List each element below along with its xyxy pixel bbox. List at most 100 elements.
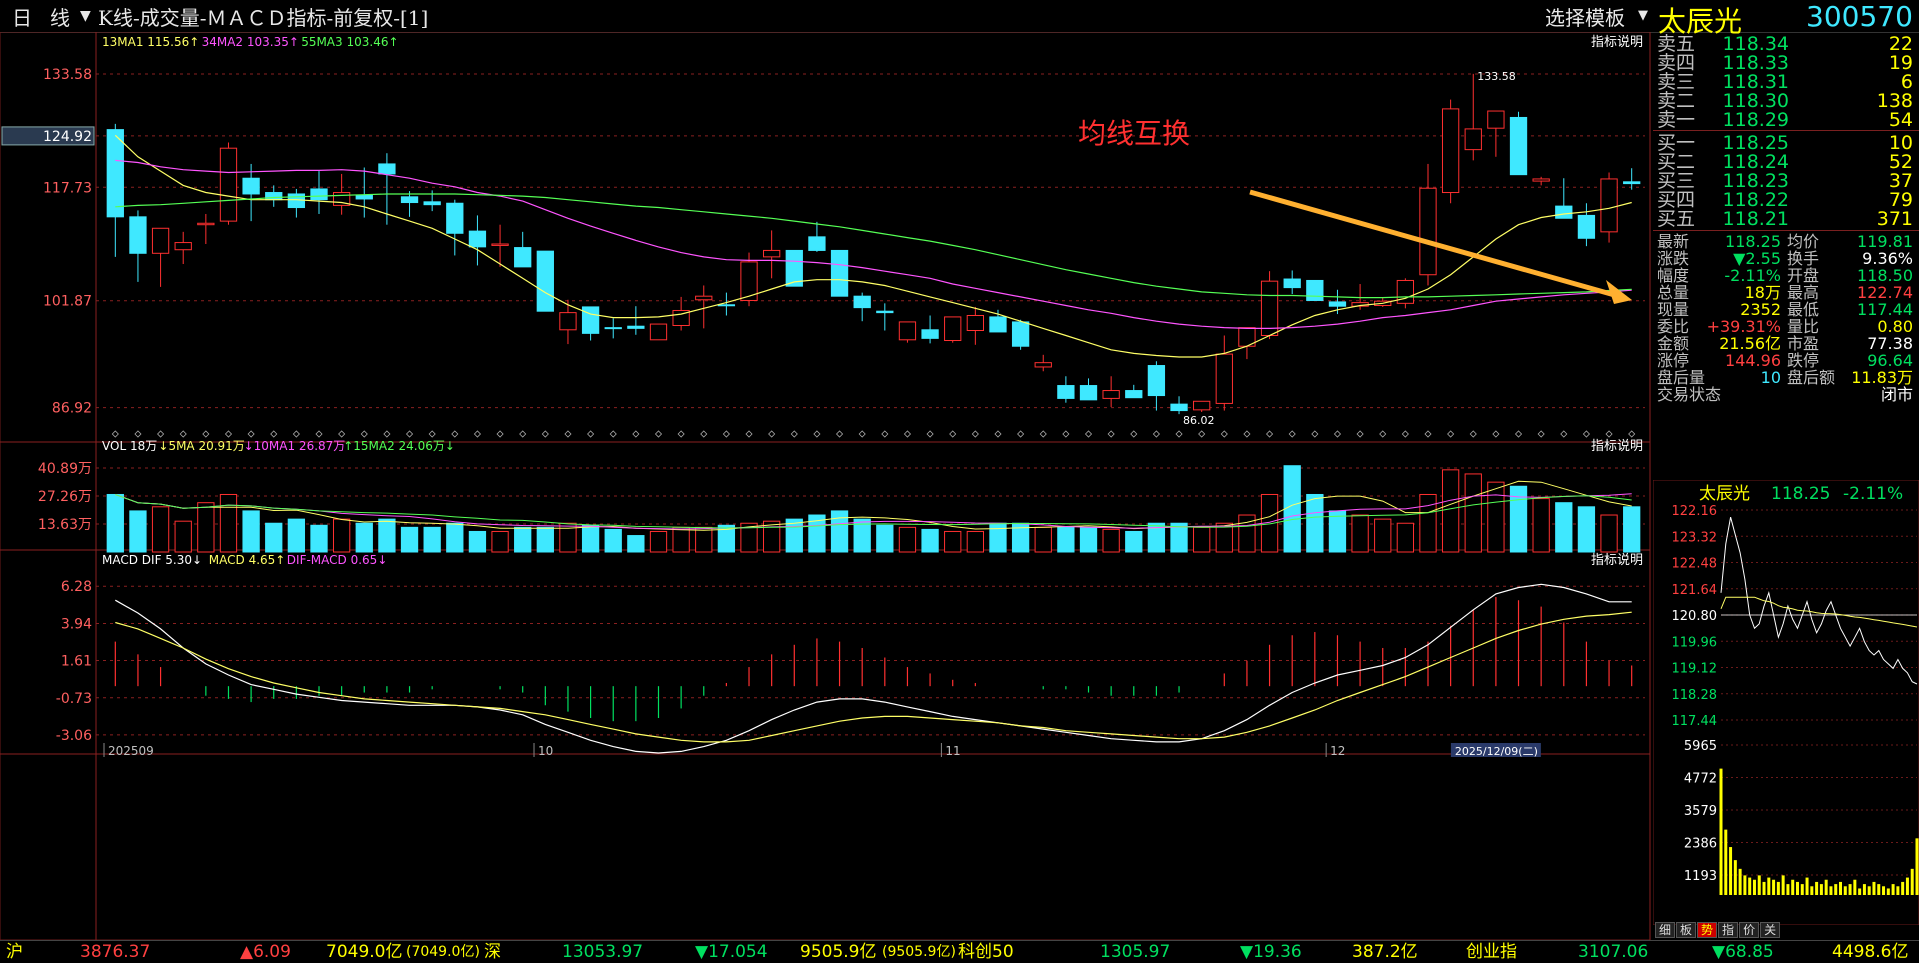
candle-body	[1487, 110, 1505, 129]
stat-value: 10	[1760, 368, 1781, 387]
stat-label: 金额	[1657, 334, 1690, 353]
volume-bar	[1419, 493, 1437, 553]
candle-body	[1260, 280, 1279, 337]
event-marker-icon	[134, 430, 142, 438]
candle-body	[1057, 385, 1075, 399]
candle-body	[921, 329, 939, 339]
candle-body	[1034, 362, 1052, 368]
event-marker-icon	[858, 430, 866, 438]
stat-row: 最新 118.25 均价 119.81	[1653, 233, 1919, 250]
ask-row[interactable]: 卖三 118.31 6	[1653, 72, 1919, 93]
event-marker-icon	[1311, 430, 1319, 438]
period-line[interactable]: 线	[50, 2, 70, 31]
event-marker-icon	[1152, 430, 1160, 438]
event-marker-icon	[700, 430, 708, 438]
candle-body	[966, 314, 984, 332]
mini-tab[interactable]: 板	[1676, 922, 1697, 938]
volume-bar	[695, 526, 713, 553]
event-marker-icon	[1537, 430, 1545, 438]
mini-tab[interactable]: 细	[1655, 922, 1676, 938]
stat-value: 119.81	[1857, 232, 1913, 251]
event-marker-icon	[722, 430, 730, 438]
volume-bar	[1283, 465, 1301, 553]
candle-body	[514, 247, 532, 268]
sz-index: 13053.97	[562, 942, 644, 962]
event-marker-icon	[1288, 430, 1296, 438]
stat-row: 盘后量 10 盘后额 11.83万	[1653, 369, 1919, 386]
candle-body	[717, 304, 736, 307]
candle-body	[876, 310, 894, 314]
volume-bar	[219, 493, 238, 553]
candle-body	[808, 236, 826, 251]
event-marker-icon	[971, 430, 979, 438]
bid-row[interactable]: 买三 118.23 37	[1653, 171, 1919, 192]
ask-row[interactable]: 卖一 118.29 54	[1653, 109, 1919, 131]
event-marker-icon	[1220, 430, 1228, 438]
event-marker-icon	[1401, 430, 1409, 438]
mini-vol-label: 5965	[1684, 739, 1717, 754]
candle-body	[1306, 279, 1324, 301]
stat-label: 开盘	[1787, 266, 1820, 285]
volume-bar	[1487, 481, 1505, 553]
mini-tab[interactable]: 关	[1760, 922, 1781, 938]
stat-label: 市盈	[1787, 334, 1820, 353]
candle-body	[197, 222, 215, 226]
candle-body	[151, 227, 170, 254]
candle-body	[174, 242, 192, 251]
x-axis-label: 10	[538, 744, 553, 758]
volume-y-label: 13.63万	[38, 517, 92, 533]
bid-price: 118.21	[1722, 208, 1789, 230]
candle-body	[1283, 278, 1301, 289]
volume-bar	[921, 528, 939, 553]
candle-body	[1102, 390, 1120, 399]
bid-row[interactable]: 买一 118.25 10	[1653, 133, 1919, 154]
intraday-mini-chart[interactable]: 太辰光 118.25 -2.11% 122.16 123.32 122.48 121.64 1…	[1653, 480, 1919, 925]
price-cursor-label: 124.92	[43, 129, 92, 145]
bid-row[interactable]: 买二 118.24 52	[1653, 152, 1919, 173]
stat-value: 18万	[1744, 283, 1781, 302]
volume-bar	[830, 510, 849, 553]
event-marker-icon	[745, 430, 753, 438]
stats-separator	[1653, 230, 1919, 231]
event-marker-icon	[270, 430, 278, 438]
volume-bar	[944, 530, 962, 553]
select-template-dropdown-icon[interactable]: ▼	[1638, 8, 1648, 23]
period-dropdown-icon[interactable]: ▼	[80, 8, 91, 24]
kline-y-label: 101.87	[43, 294, 92, 310]
volume-bar	[287, 518, 306, 553]
mini-vol-label: 4772	[1684, 772, 1717, 787]
volume-bar	[197, 502, 215, 553]
mini-tab[interactable]: 指	[1718, 922, 1739, 938]
stat-value: 122.74	[1857, 283, 1913, 302]
stat-value: 11.83万	[1851, 368, 1913, 387]
bid-row[interactable]: 买四 118.22 79	[1653, 190, 1919, 211]
select-template-button[interactable]: 选择模板	[1545, 2, 1625, 31]
period-day[interactable]: 日	[12, 2, 32, 31]
mini-tab[interactable]: 势	[1697, 922, 1718, 938]
ask-row[interactable]: 卖五 118.34 22	[1653, 34, 1919, 55]
mini-tab[interactable]: 价	[1739, 922, 1760, 938]
stat-label: 总量	[1657, 283, 1690, 302]
ask-row[interactable]: 卖四 118.33 19	[1653, 53, 1919, 74]
event-marker-icon	[383, 430, 391, 438]
stock-code: 300570	[1806, 0, 1913, 33]
volume-bar	[174, 520, 192, 553]
candle-body	[1125, 390, 1143, 399]
mini-avg-line	[1720, 596, 1918, 628]
main-chart-area[interactable]: 133.58124.92117.73101.8786.92124.9213MA1…	[0, 32, 1653, 940]
mini-price-label: 120.80	[1672, 609, 1718, 624]
ask-row[interactable]: 卖二 118.30 138	[1653, 91, 1919, 112]
event-marker-icon	[1514, 430, 1523, 438]
event-marker-icon	[1107, 430, 1115, 438]
date-cursor-label: 2025/12/09(二)	[1455, 745, 1538, 758]
bid-row[interactable]: 买五 118.21 371	[1653, 208, 1919, 230]
volume-bar	[627, 535, 645, 553]
ask-label: 卖一	[1657, 109, 1696, 131]
macd-dea-line	[115, 611, 1632, 743]
volume-y-label: 27.26万	[38, 489, 92, 505]
event-marker-icon	[587, 430, 595, 438]
kline-high-label: 133.58	[1477, 70, 1516, 83]
stat-value: 9.36%	[1862, 249, 1913, 268]
volume-bar	[242, 510, 260, 553]
event-marker-icon	[1379, 430, 1387, 438]
